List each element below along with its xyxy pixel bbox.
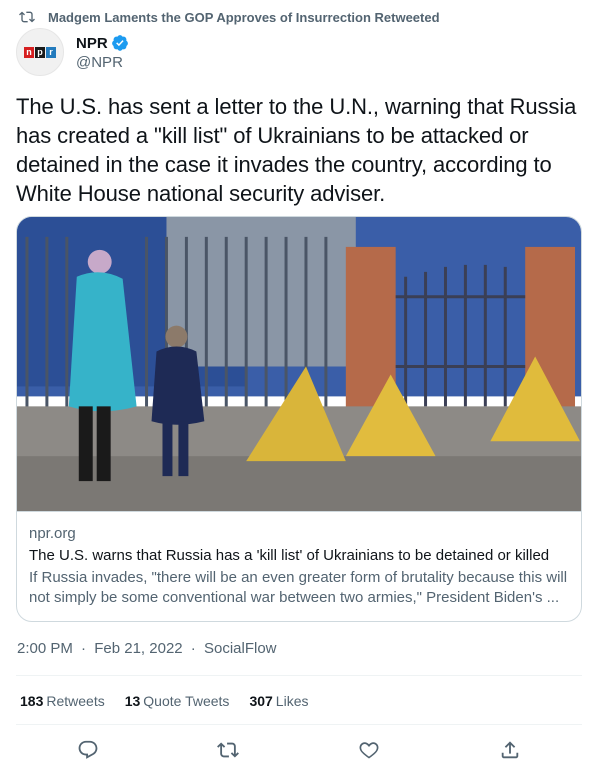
tweet-meta: 2:00 PM · Feb 21, 2022 · SocialFlow — [17, 640, 277, 657]
quote-tweets-stat[interactable]: 13 Quote Tweets — [125, 693, 230, 709]
share-icon — [501, 741, 519, 759]
retweet-icon — [19, 11, 35, 23]
meta-separator: · — [81, 640, 87, 657]
npr-logo-r: r — [46, 46, 56, 58]
retweets-count: 183 — [20, 693, 44, 709]
npr-logo-n: n — [24, 46, 34, 58]
avatar[interactable]: n p r — [16, 28, 64, 76]
divider — [16, 675, 582, 676]
share-button[interactable] — [498, 738, 522, 762]
tweet-stats: 183 Retweets 13 Quote Tweets 307 Likes — [20, 693, 328, 709]
meta-separator: · — [190, 640, 196, 657]
tweet-date[interactable]: Feb 21, 2022 — [94, 640, 182, 657]
tweet-text: The U.S. has sent a letter to the U.N., … — [16, 94, 577, 206]
npr-logo: n p r — [24, 46, 56, 58]
quote-tweets-label: Quote Tweets — [143, 693, 230, 709]
likes-label: Likes — [275, 693, 309, 709]
reply-icon — [78, 740, 98, 759]
like-icon — [359, 742, 379, 759]
card-title: The U.S. warns that Russia has a 'kill l… — [29, 547, 550, 564]
likes-stat[interactable]: 307 Likes — [249, 693, 308, 709]
like-button[interactable] — [357, 738, 381, 762]
link-card[interactable]: npr.org The U.S. warns that Russia has a… — [16, 216, 582, 622]
tweet-actions — [0, 738, 598, 762]
npr-logo-p: p — [35, 46, 45, 58]
retweets-stat[interactable]: 183 Retweets — [20, 693, 105, 709]
tweet-source[interactable]: SocialFlow — [204, 640, 277, 657]
retweet-button[interactable] — [216, 738, 240, 762]
tweet-time[interactable]: 2:00 PM — [17, 640, 73, 657]
quote-tweets-count: 13 — [124, 693, 141, 709]
retweet-context-label: Madgem Laments the GOP Approves of Insur… — [48, 9, 440, 25]
card-domain: npr.org — [29, 525, 76, 542]
card-image — [17, 217, 581, 512]
user-handle[interactable]: @NPR — [76, 54, 129, 71]
retweet-icon — [217, 742, 239, 758]
display-name[interactable]: NPR — [76, 35, 108, 52]
retweets-label: Retweets — [46, 693, 105, 709]
card-description: If Russia invades, "there will be an eve… — [29, 569, 568, 606]
likes-count: 307 — [249, 693, 273, 709]
divider — [16, 724, 582, 725]
reply-button[interactable] — [76, 738, 100, 762]
tweet-author: n p r NPR @NPR — [16, 28, 129, 76]
retweet-context[interactable]: Madgem Laments the GOP Approves of Insur… — [19, 8, 440, 26]
verified-badge-icon[interactable] — [111, 34, 129, 52]
